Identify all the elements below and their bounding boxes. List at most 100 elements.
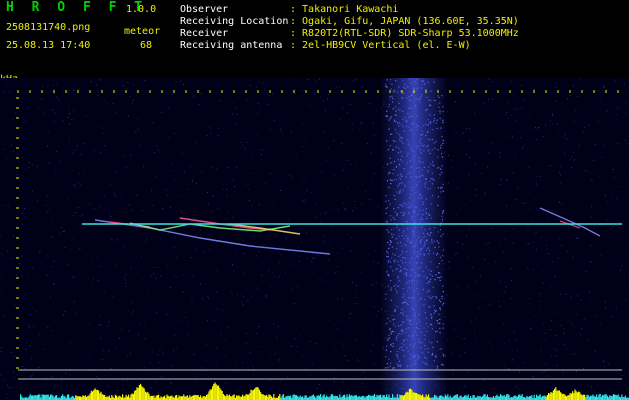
- activity-bar: [350, 395, 352, 400]
- noise-dot: [153, 266, 155, 268]
- activity-bar: [591, 395, 593, 400]
- activity-bar: [134, 391, 136, 400]
- activity-bar: [472, 395, 474, 400]
- noise-dot: [207, 192, 209, 193]
- noise-dot: [97, 127, 99, 128]
- noise-dot: [307, 258, 309, 259]
- noise-dot: [48, 162, 50, 164]
- noise-dot: [207, 298, 209, 299]
- noise-dot: [242, 144, 244, 146]
- noise-dot: [626, 143, 628, 144]
- activity-bar: [428, 394, 430, 400]
- activity-bar: [378, 395, 380, 400]
- noise-dot: [532, 366, 534, 367]
- noise-dot: [500, 178, 502, 180]
- noise-dot: [316, 217, 317, 219]
- activity-bar: [388, 394, 390, 400]
- noise-dot: [348, 235, 350, 236]
- activity-bar: [299, 395, 301, 400]
- activity-bar: [222, 394, 224, 400]
- activity-bar: [29, 394, 31, 400]
- noise-dot: [468, 287, 470, 288]
- noise-dot: [47, 326, 49, 328]
- noise-dot: [53, 261, 55, 262]
- activity-bar: [245, 394, 247, 400]
- activity-bar: [182, 396, 184, 400]
- noise-dot: [124, 155, 126, 157]
- noise-dot: [488, 242, 490, 244]
- noise-dot: [533, 232, 535, 234]
- activity-bar: [573, 393, 575, 400]
- noise-dot: [150, 275, 152, 277]
- noise-dot: [510, 298, 512, 299]
- noise-dot: [227, 167, 228, 169]
- noise-dot: [249, 221, 251, 223]
- noise-dot: [182, 152, 184, 154]
- activity-bar: [30, 395, 32, 400]
- noise-dot: [511, 136, 513, 138]
- noise-dot: [100, 324, 102, 326]
- noise-dot: [127, 88, 128, 90]
- noise-dot: [539, 293, 541, 295]
- noise-dot: [241, 238, 243, 240]
- activity-bar: [614, 394, 616, 400]
- header-panel: H R O F F T 1.0.0 2508131740.png 25.08.1…: [0, 0, 629, 60]
- activity-bar: [407, 392, 409, 400]
- noise-dot: [465, 84, 467, 86]
- noise-dot: [180, 319, 182, 321]
- noise-dot: [510, 268, 512, 270]
- noise-dot: [99, 315, 101, 317]
- noise-dot: [505, 231, 507, 232]
- noise-dot: [593, 226, 595, 228]
- noise-dot: [373, 261, 375, 263]
- activity-bar: [414, 392, 416, 400]
- noise-dot: [572, 257, 574, 259]
- noise-dot: [32, 164, 34, 166]
- activity-bar: [136, 387, 138, 400]
- noise-dot: [121, 80, 123, 82]
- noise-dot: [211, 210, 213, 212]
- activity-bar: [263, 395, 265, 400]
- noise-dot: [598, 176, 600, 178]
- noise-dot: [361, 124, 363, 125]
- noise-dot: [85, 115, 87, 117]
- activity-bar: [520, 395, 522, 400]
- noise-dot: [52, 84, 54, 86]
- activity-bar: [574, 389, 576, 400]
- noise-dot: [185, 316, 187, 318]
- noise-dot: [512, 359, 514, 361]
- noise-dot: [484, 379, 485, 381]
- noise-dot: [590, 261, 592, 262]
- noise-dot: [585, 79, 587, 81]
- noise-dot: [174, 180, 176, 182]
- activity-bar: [602, 394, 604, 400]
- noise-dot: [349, 104, 351, 106]
- noise-dot: [354, 207, 356, 209]
- noise-dot: [18, 263, 20, 265]
- activity-bar: [557, 390, 559, 400]
- noise-dot: [594, 390, 595, 392]
- activity-bar: [581, 395, 583, 400]
- noise-dot: [244, 147, 246, 149]
- noise-dot: [182, 220, 184, 222]
- noise-dot: [99, 323, 101, 325]
- noise-dot: [0, 351, 2, 352]
- noise-dot: [20, 127, 22, 129]
- activity-bar: [89, 393, 91, 400]
- noise-dot: [172, 93, 174, 95]
- activity-bar: [528, 396, 530, 400]
- activity-bar: [155, 395, 157, 400]
- noise-dot: [181, 274, 183, 276]
- activity-bar: [92, 391, 94, 400]
- noise-dot: [566, 294, 567, 295]
- noise-dot: [574, 121, 575, 123]
- noise-dot: [625, 112, 626, 114]
- noise-dot: [532, 241, 534, 243]
- noise-dot: [507, 117, 509, 119]
- activity-bar: [533, 394, 535, 400]
- noise-dot: [464, 385, 466, 387]
- noise-dot: [492, 81, 493, 83]
- noise-dot: [458, 395, 460, 397]
- noise-dot: [12, 387, 13, 389]
- noise-dot: [371, 305, 373, 307]
